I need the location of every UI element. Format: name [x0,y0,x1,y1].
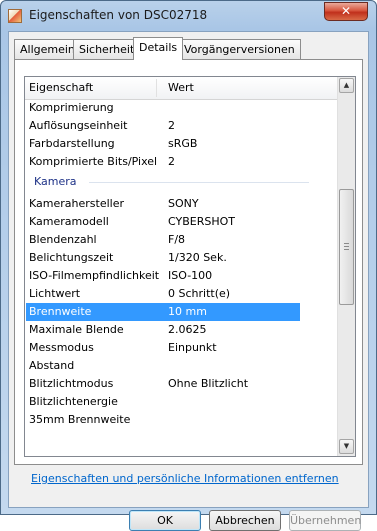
dialog-client: Allgemein Sicherheit Details Vorgängerve… [8,31,369,531]
column-divider[interactable] [156,79,157,97]
group-header-kamera: Kamera [25,173,337,191]
property-name: Messmodus [29,341,94,354]
property-name: 35mm Brennweite [29,413,131,426]
property-value: ISO-100 [168,269,213,282]
property-value: CYBERSHOT [168,215,235,228]
tab-details[interactable]: Details [133,37,184,60]
property-name: Blendenzahl [29,233,97,246]
property-value: SONY [168,197,199,210]
column-header-wert[interactable]: Wert [168,81,194,94]
cancel-button[interactable]: Abbrechen [209,510,281,531]
property-value: Ohne Blitzlicht [168,377,249,390]
list-item[interactable]: Belichtungszeit 1/320 Sek. [25,249,337,267]
property-name: Brennweite [29,305,92,318]
property-list[interactable]: Eigenschaft Wert Komprimierung Auflösung… [24,76,356,457]
vertical-scrollbar[interactable]: ▲ ▼ [337,77,355,456]
property-name: Komprimierte Bits/Pixel [29,155,158,168]
property-name: ISO-Filmempfindlichkeit [29,269,160,282]
scroll-up-icon[interactable]: ▲ [339,78,354,93]
list-item[interactable]: Blendenzahl F/8 [25,231,337,249]
property-value: 2 [168,119,175,132]
property-value: 1/320 Sek. [168,251,227,264]
list-item[interactable]: Abstand [25,357,337,375]
list-item[interactable]: Kamerahersteller SONY [25,195,337,213]
tab-vorgaengerversionen[interactable]: Vorgängerversionen [178,39,301,59]
property-name: Blitzlichtmodus [29,377,114,390]
apply-button[interactable]: Übernehmen [289,510,361,531]
property-value: F/8 [168,233,186,246]
list-header: Eigenschaft Wert [25,77,337,100]
property-value: 2.0625 [168,323,207,336]
image-file-icon [8,9,22,23]
property-value: 10 mm [168,305,207,318]
close-button[interactable]: ✕ [324,2,368,21]
list-item[interactable]: Maximale Blende 2.0625 [25,321,337,339]
list-item[interactable]: 35mm Brennweite [25,411,337,429]
property-name: Blitzlichtenergie [29,395,118,408]
property-name: Abstand [29,359,75,372]
remove-properties-link[interactable]: Eigenschaften und persönliche Informatio… [31,472,339,485]
property-name: Auflösungseinheit [29,119,128,132]
title-bar[interactable]: Eigenschaften von DSC02718 ✕ [1,1,376,31]
tab-sicherheit[interactable]: Sicherheit [73,39,141,59]
window-title: Eigenschaften von DSC02718 [29,8,208,22]
property-name: Kamerahersteller [29,197,124,210]
list-item[interactable]: Komprimierte Bits/Pixel 2 [25,153,337,171]
list-item[interactable]: Blitzlichtmodus Ohne Blitzlicht [25,375,337,393]
list-item[interactable]: Komprimierung [25,99,337,117]
property-name: Kameramodell [29,215,109,228]
property-value: 0 Schritt(e) [168,287,231,300]
property-name: Maximale Blende [29,323,124,336]
group-divider [89,182,309,183]
property-value: 2 [168,155,175,168]
grip-line [344,243,349,244]
grip-line [344,249,349,250]
list-item[interactable]: Messmodus Einpunkt [25,339,337,357]
property-value: Einpunkt [168,341,217,354]
property-name: Belichtungszeit [29,251,114,264]
scroll-thumb[interactable] [339,189,354,305]
list-item[interactable]: Lichtwert 0 Schritt(e) [25,285,337,303]
property-name: Komprimierung [29,101,114,114]
list-item[interactable]: Blitzlichtenergie [25,393,337,411]
list-item[interactable]: Kameramodell CYBERSHOT [25,213,337,231]
group-label: Kamera [34,175,77,188]
property-name: Farbdarstellung [29,137,115,150]
property-name: Lichtwert [29,287,81,300]
list-item[interactable]: ISO-Filmempfindlichkeit ISO-100 [25,267,337,285]
properties-window: Eigenschaften von DSC02718 ✕ Allgemein S… [0,0,377,531]
property-value: sRGB [168,137,198,150]
list-item-selected[interactable]: Brennweite 10 mm [26,303,300,321]
column-header-eigenschaft[interactable]: Eigenschaft [29,81,93,94]
ok-button[interactable]: OK [129,510,201,531]
list-item[interactable]: Farbdarstellung sRGB [25,135,337,153]
tab-allgemein[interactable]: Allgemein [14,39,81,59]
scroll-down-icon[interactable]: ▼ [339,439,354,454]
details-panel: Eigenschaft Wert Komprimierung Auflösung… [14,59,363,465]
grip-line [344,246,349,247]
list-item[interactable]: Auflösungseinheit 2 [25,117,337,135]
